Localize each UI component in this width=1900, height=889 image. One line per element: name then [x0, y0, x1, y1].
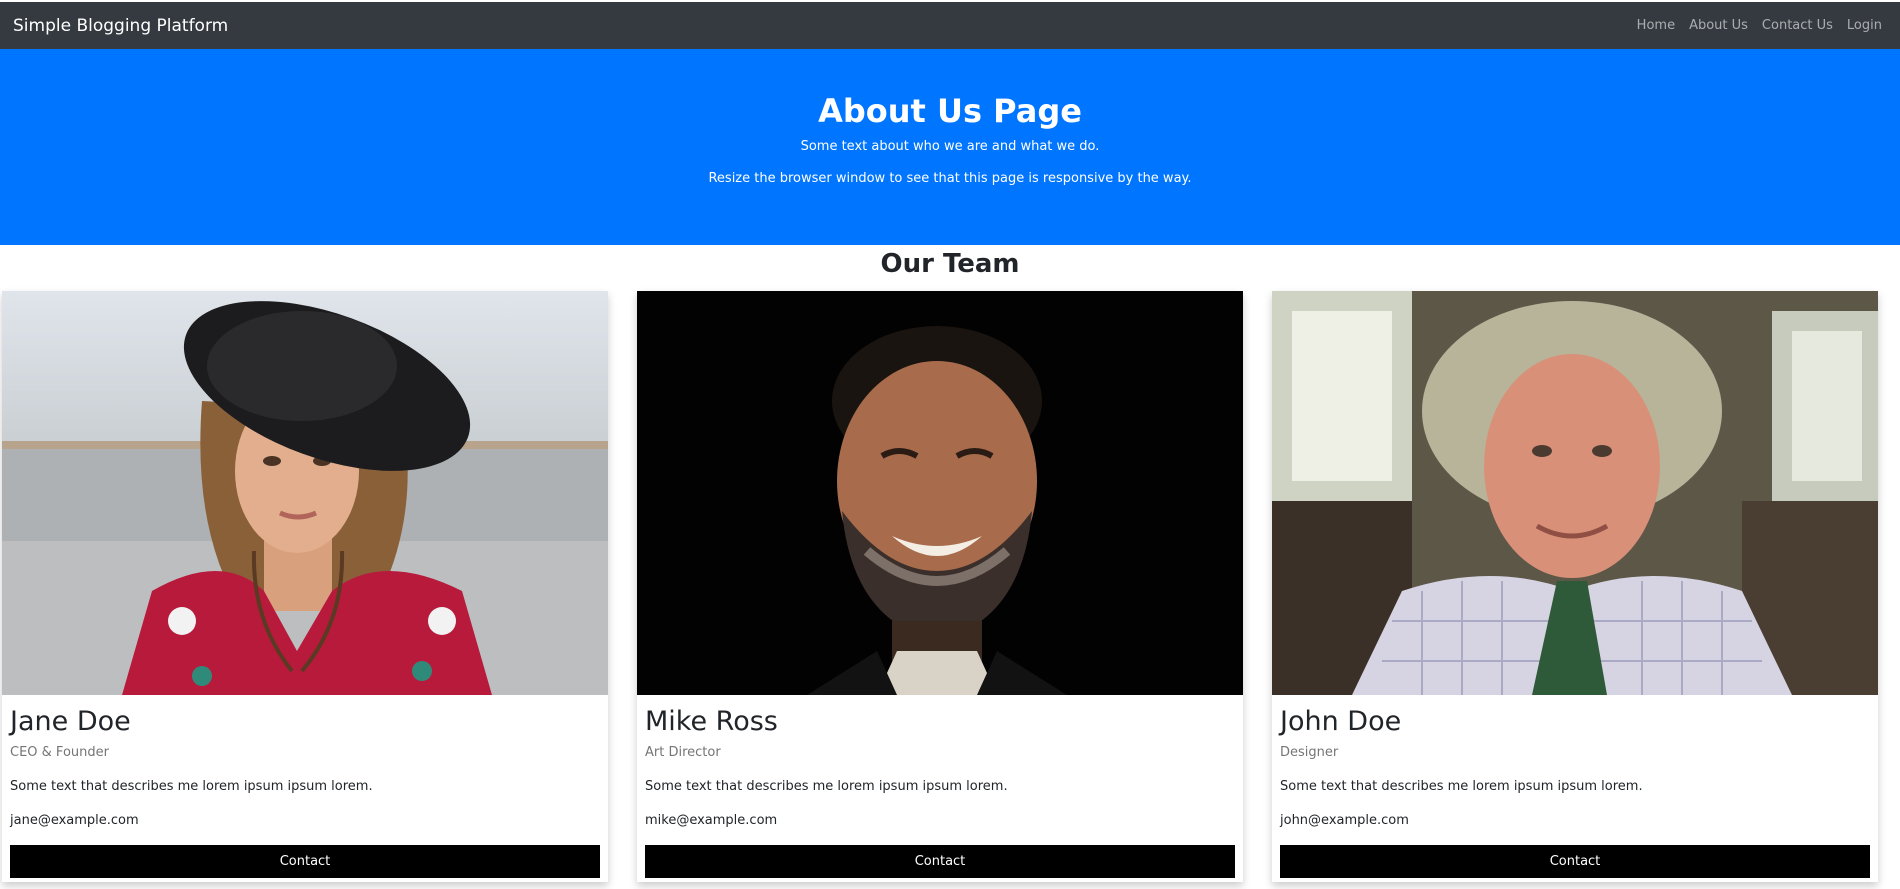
member-email: john@example.com — [1280, 813, 1409, 828]
member-name: Jane Doe — [10, 706, 131, 737]
hero-note: Resize the browser window to see that th… — [708, 171, 1192, 186]
member-photo — [2, 291, 608, 695]
nav-home-link[interactable]: Home — [1637, 18, 1675, 33]
team-card: Mike Ross Art Director Some text that de… — [637, 291, 1243, 882]
member-email: mike@example.com — [645, 813, 778, 828]
team-heading: Our Team — [880, 249, 1020, 279]
member-name: John Doe — [1280, 706, 1402, 737]
hero-subtitle: Some text about who we are and what we d… — [800, 139, 1100, 154]
member-role: Art Director — [645, 745, 721, 760]
nav-links: Home About Us Contact Us Login — [1637, 18, 1882, 33]
john-photo-illustration — [1272, 291, 1878, 695]
nav-contact-link[interactable]: Contact Us — [1762, 18, 1833, 33]
member-name: Mike Ross — [645, 706, 778, 737]
member-role: Designer — [1280, 745, 1339, 760]
brand-link[interactable]: Simple Blogging Platform — [13, 16, 228, 36]
member-photo — [637, 291, 1243, 695]
team-card: Jane Doe CEO & Founder Some text that de… — [2, 291, 608, 882]
member-role: CEO & Founder — [10, 745, 109, 760]
contact-button[interactable]: Contact — [645, 845, 1235, 878]
member-description: Some text that describes me lorem ipsum … — [10, 779, 373, 794]
contact-button[interactable]: Contact — [10, 845, 600, 878]
about-page: Simple Blogging Platform Home About Us C… — [0, 0, 1900, 889]
jane-photo-illustration — [2, 291, 608, 695]
nav-about-link[interactable]: About Us — [1689, 18, 1748, 33]
member-photo — [1272, 291, 1878, 695]
nav-login-link[interactable]: Login — [1847, 18, 1882, 33]
member-email: jane@example.com — [10, 813, 139, 828]
team-card: John Doe Designer Some text that describ… — [1272, 291, 1878, 882]
contact-button[interactable]: Contact — [1280, 845, 1870, 878]
member-description: Some text that describes me lorem ipsum … — [1280, 779, 1643, 794]
member-description: Some text that describes me lorem ipsum … — [645, 779, 1008, 794]
hero-banner: About Us Page Some text about who we are… — [0, 49, 1900, 245]
page-title: About Us Page — [818, 92, 1082, 130]
top-navbar: Simple Blogging Platform Home About Us C… — [0, 2, 1900, 49]
mike-photo-illustration — [637, 291, 1243, 695]
